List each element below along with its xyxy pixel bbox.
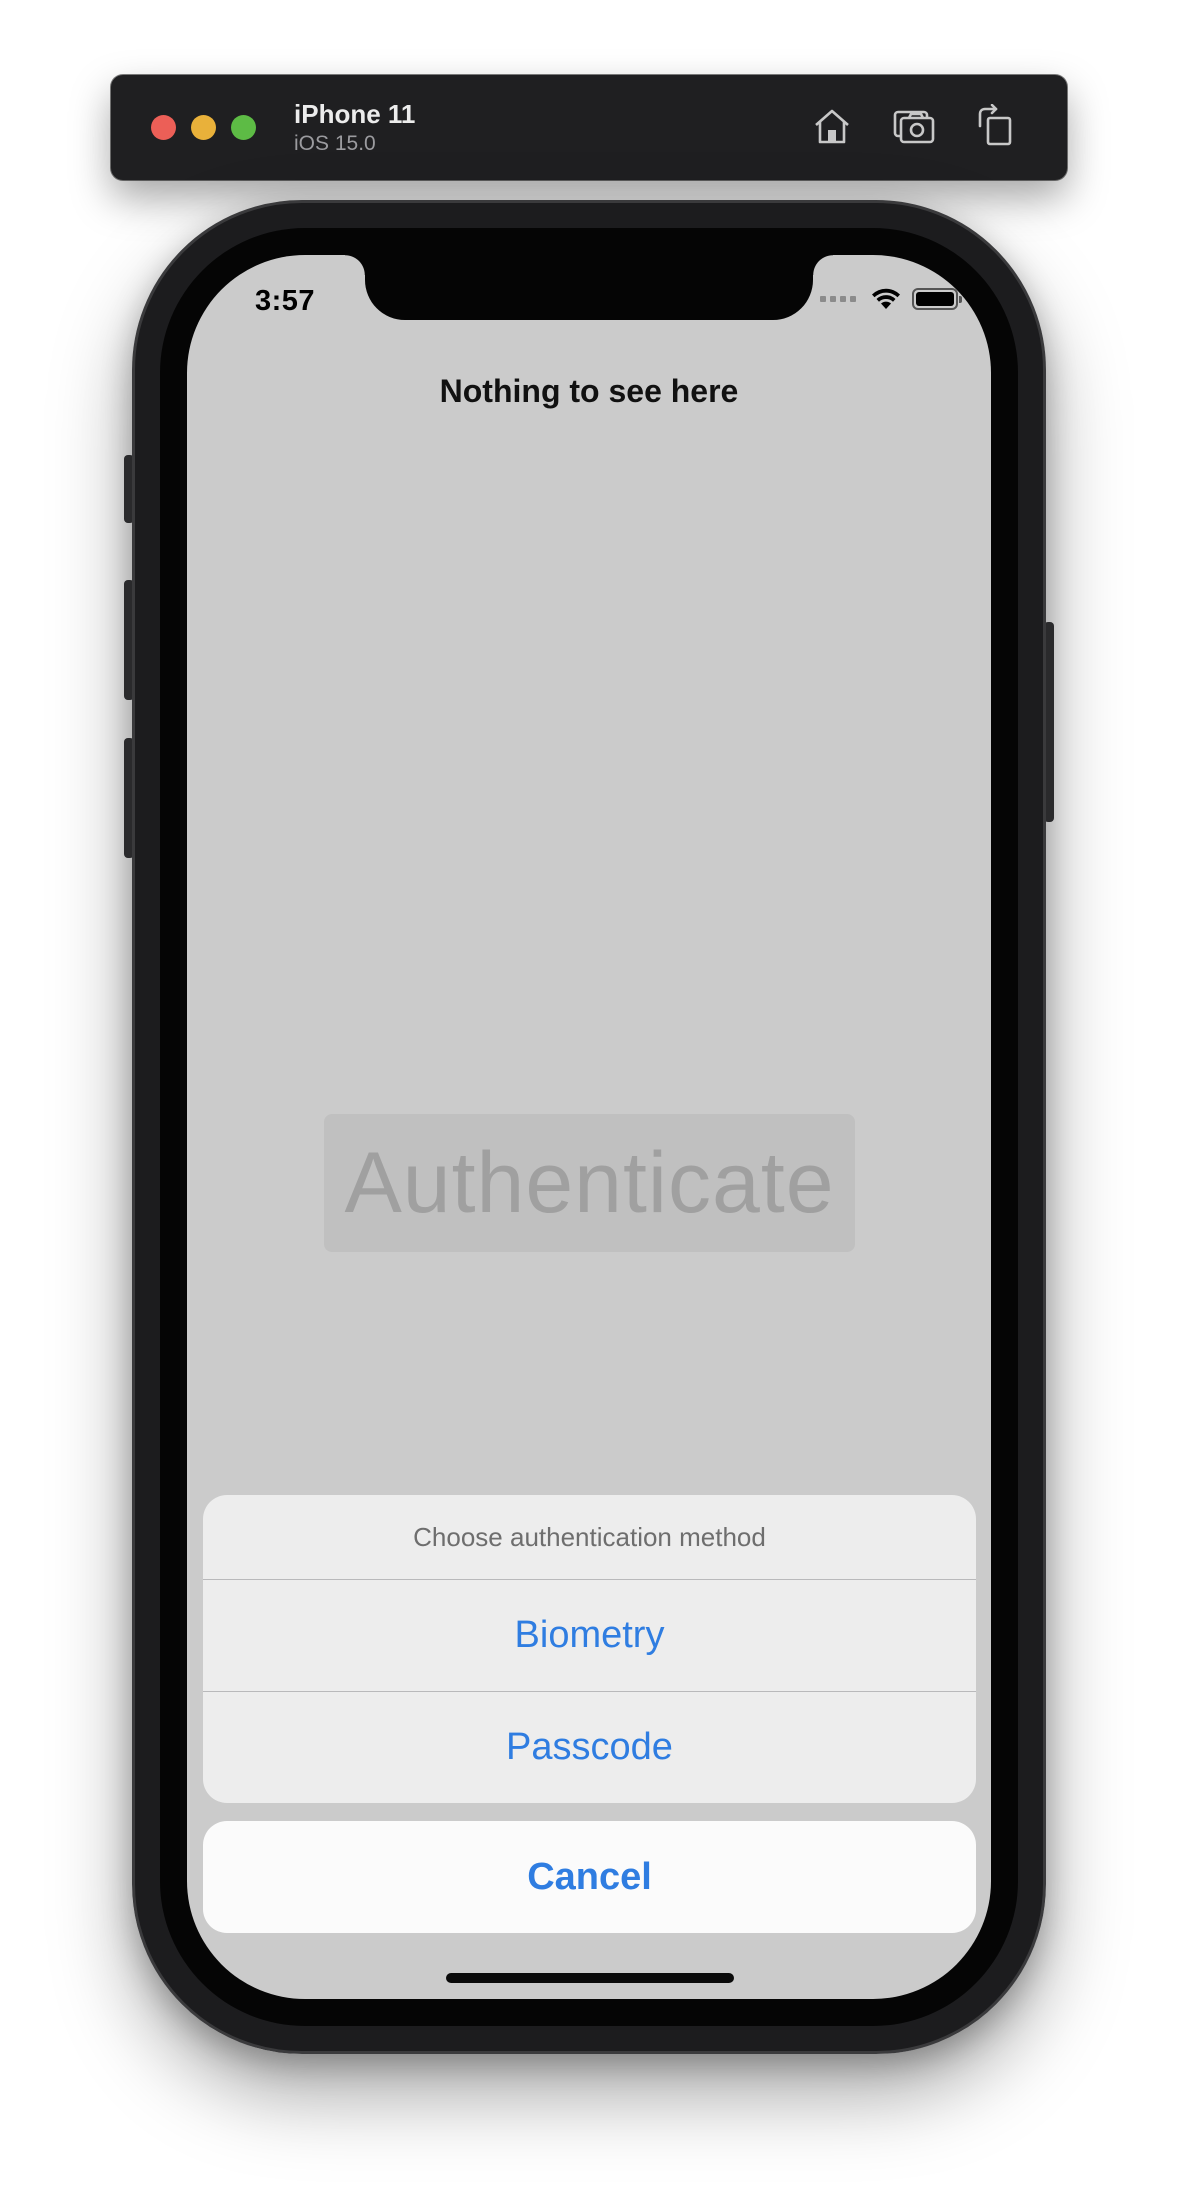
simulator-stage: iPhone 11 iOS 15.0 3:57 Nothing to see h…	[0, 0, 1178, 2204]
home-indicator[interactable]	[446, 1973, 734, 1983]
battery-icon	[912, 288, 962, 310]
authenticate-button[interactable]: Authenticate	[324, 1114, 855, 1252]
status-time: 3:57	[255, 285, 316, 317]
notch	[345, 255, 833, 320]
passcode-action-button[interactable]: Passcode	[203, 1691, 976, 1802]
action-sheet: Choose authentication method Biometry Pa…	[203, 1495, 976, 1803]
device-screen: 3:57 Nothing to see here Authenticate Ch…	[187, 255, 991, 1999]
home-icon[interactable]	[810, 104, 854, 148]
window-minimize-button[interactable]	[191, 115, 216, 140]
rotate-icon[interactable]	[974, 103, 1018, 148]
page-title: Nothing to see here	[439, 373, 739, 409]
window-zoom-button[interactable]	[231, 115, 256, 140]
authenticate-button-label: Authenticate	[344, 1134, 835, 1231]
screenshot-icon[interactable]	[892, 104, 936, 148]
simulator-os-version: iOS 15.0	[294, 132, 376, 155]
simulator-device-name: iPhone 11	[294, 99, 416, 129]
status-icons	[820, 287, 962, 311]
signal-icon	[820, 296, 856, 302]
window-close-button[interactable]	[151, 115, 176, 140]
cancel-button[interactable]: Cancel	[203, 1821, 976, 1933]
action-sheet-title: Choose authentication method	[203, 1495, 976, 1580]
wifi-icon	[872, 288, 900, 309]
biometry-action-button[interactable]: Biometry	[203, 1580, 976, 1691]
